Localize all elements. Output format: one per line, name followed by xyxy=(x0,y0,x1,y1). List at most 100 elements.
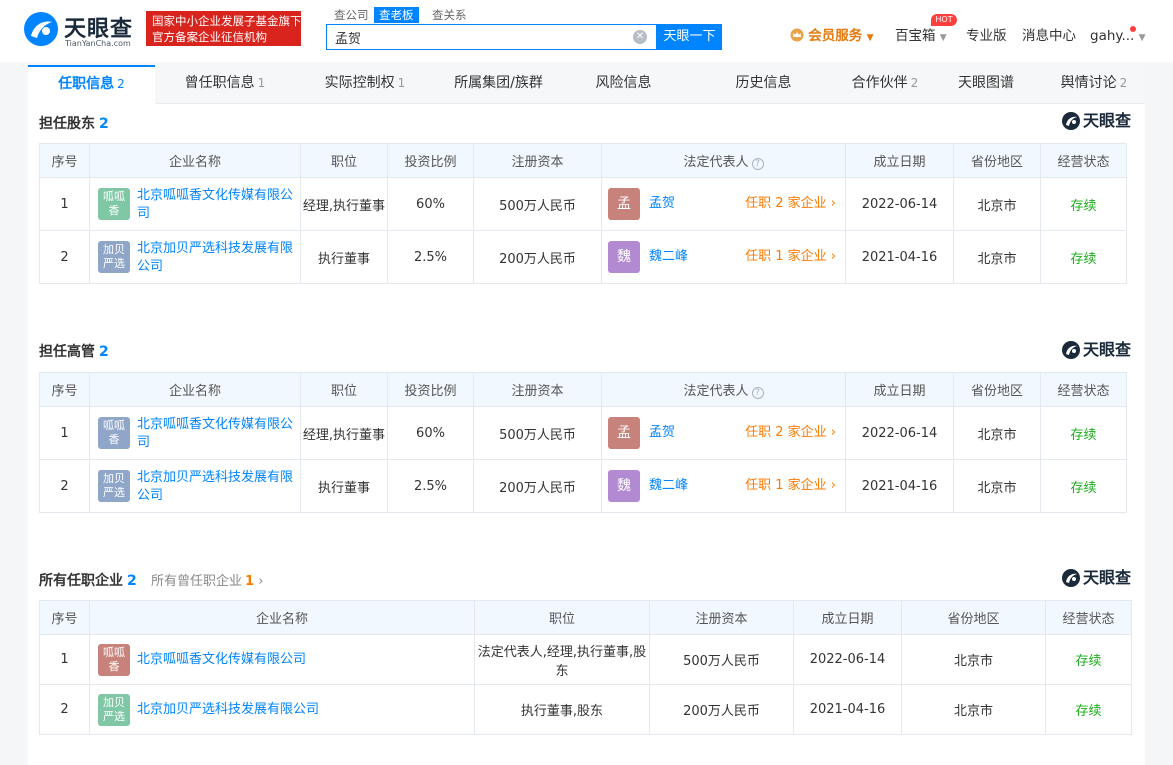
tab-current-positions[interactable]: 任职信息 2 xyxy=(28,65,155,104)
region-cell: 北京市 xyxy=(901,634,1046,685)
watermark-logo: 天眼查 xyxy=(1062,568,1134,588)
position-cell: 经理,执行董事 xyxy=(300,406,388,460)
rep-positions-link[interactable]: 任职 1 家企业 › xyxy=(745,477,836,495)
section-title-text: 担任高管 xyxy=(39,344,95,360)
search-tab-relation[interactable]: 查关系 xyxy=(432,7,467,23)
company-logo[interactable]: 加贝严选 xyxy=(98,470,130,502)
tab-label: 风险信息 xyxy=(595,75,652,91)
company-name-link[interactable]: 北京呱呱香文化传媒有限公司 xyxy=(137,187,296,223)
all-positions-table: 序号 企业名称 职位 注册资本 成立日期 省份地区 经营状态 1 呱呱香 北京呱呱… xyxy=(39,600,1132,735)
col-header: 投资比例 xyxy=(387,372,474,407)
rep-positions-link[interactable]: 任职 2 家企业 › xyxy=(745,195,836,213)
rep-positions-link[interactable]: 任职 2 家企业 › xyxy=(745,424,836,442)
tab-risk[interactable]: 风险信息 xyxy=(565,65,685,104)
legal-rep-cell: 魏魏二峰 任职 1 家企业 › xyxy=(601,230,846,284)
badge-line-2: 官方备案企业征信机构 xyxy=(152,30,267,44)
rep-name-link[interactable]: 孟贺 xyxy=(649,424,675,442)
message-center-link[interactable]: 消息中心 xyxy=(1022,27,1076,45)
chevron-right-icon: › xyxy=(254,574,264,589)
company-name-link[interactable]: 北京呱呱香文化传媒有限公司 xyxy=(137,651,470,669)
col-header: 省份地区 xyxy=(953,143,1041,178)
vip-label: 会员服务 xyxy=(808,28,863,44)
company-name-link[interactable]: 北京加贝严选科技发展有限公司 xyxy=(137,701,470,719)
clear-icon[interactable]: ✕ xyxy=(633,30,647,44)
baibaoxiang-menu[interactable]: 百宝箱 ▼ xyxy=(895,27,947,45)
tab-partners[interactable]: 合作伙伴 2 xyxy=(825,65,945,104)
tab-group[interactable]: 所属集团/族群 xyxy=(435,65,565,104)
status-badge: 存续 xyxy=(1040,406,1127,460)
tab-public-opinion[interactable]: 舆情讨论 2 xyxy=(1043,65,1145,104)
rep-avatar[interactable]: 孟 xyxy=(608,188,640,220)
rep-avatar[interactable]: 孟 xyxy=(608,417,640,449)
tab-actual-control[interactable]: 实际控制权 1 xyxy=(295,65,435,104)
date-cell: 2021-04-16 xyxy=(793,684,902,735)
col-header: 职位 xyxy=(474,600,650,635)
company-logo[interactable]: 加贝严选 xyxy=(98,693,130,726)
search-input[interactable] xyxy=(335,25,625,49)
chevron-right-icon: › xyxy=(826,478,836,493)
col-header: 注册资本 xyxy=(649,600,794,635)
table-row: 1 呱呱香 北京呱呱香文化传媒有限公司 经理,执行董事 60% 500万人民币 孟… xyxy=(39,406,1127,460)
rep-positions-text: 任职 1 家企业 xyxy=(745,249,827,264)
notification-dot xyxy=(1130,26,1136,32)
tab-count: 1 xyxy=(397,76,406,90)
position-cell: 法定代表人,经理,执行董事,股东 xyxy=(474,634,650,685)
col-header: 成立日期 xyxy=(793,600,902,635)
col-header: 法定代表人? xyxy=(601,143,846,178)
rep-avatar[interactable]: 魏 xyxy=(608,241,640,273)
tab-label: 历史信息 xyxy=(735,75,792,91)
row-number: 1 xyxy=(39,177,90,231)
rep-name-link[interactable]: 魏二峰 xyxy=(649,477,688,495)
search-tab-company[interactable]: 查公司 xyxy=(334,7,369,23)
tianyancha-logo[interactable]: 天眼查 TianYanCha.com xyxy=(24,10,140,48)
watermark-eye-icon xyxy=(1062,341,1080,359)
tab-label: 任职信息 xyxy=(58,76,115,92)
all-positions-section-title: 所有任职企业 2 xyxy=(39,570,137,590)
ratio-cell: 60% xyxy=(387,177,474,231)
tab-former-positions[interactable]: 曾任职信息 1 xyxy=(155,65,295,104)
region-cell: 北京市 xyxy=(953,406,1041,460)
chevron-right-icon: › xyxy=(826,425,836,440)
vip-service-menu[interactable]: 会员服务 ▼ xyxy=(790,27,874,45)
date-cell: 2022-06-14 xyxy=(793,634,902,685)
tab-label: 所属集团/族群 xyxy=(454,75,543,91)
company-logo[interactable]: 呱呱香 xyxy=(98,643,130,676)
col-header: 职位 xyxy=(300,143,388,178)
tab-graph[interactable]: 天眼图谱 xyxy=(935,65,1040,104)
rep-positions-link[interactable]: 任职 1 家企业 › xyxy=(745,248,836,266)
legal-rep-cell: 孟孟贺 任职 2 家企业 › xyxy=(601,406,846,460)
region-cell: 北京市 xyxy=(953,459,1041,513)
table-header-row: 序号 企业名称 职位 投资比例 注册资本 法定代表人? 成立日期 省份地区 经营… xyxy=(39,143,1127,178)
company-name-link[interactable]: 北京加贝严选科技发展有限公司 xyxy=(137,469,296,505)
capital-cell: 200万人民币 xyxy=(649,684,794,735)
company-name-link[interactable]: 北京加贝严选科技发展有限公司 xyxy=(137,240,296,276)
help-icon[interactable]: ? xyxy=(751,387,764,399)
info-tabs: 任职信息 2 曾任职信息 1 实际控制权 1 所属集团/族群 风险信息 历史信息 合作… xyxy=(28,65,1145,104)
search-button[interactable]: 天眼一下 xyxy=(657,24,722,50)
executive-section-title: 担任高管 2 xyxy=(39,341,109,361)
company-logo[interactable]: 呱呱香 xyxy=(98,188,130,220)
tab-label: 舆情讨论 xyxy=(1060,75,1117,91)
table-row: 2 加贝严选 北京加贝严选科技发展有限公司 执行董事 2.5% 200万人民币 魏… xyxy=(39,459,1127,513)
caret-down-icon: ▼ xyxy=(866,33,874,43)
former-positions-link[interactable]: 所有曾任职企业 1 › xyxy=(151,570,263,589)
col-header: 注册资本 xyxy=(473,372,602,407)
user-menu[interactable]: gahy... ▼ xyxy=(1090,27,1146,45)
help-icon[interactable]: ? xyxy=(751,158,764,170)
region-cell: 北京市 xyxy=(953,230,1041,284)
hot-badge: HOT xyxy=(931,14,957,26)
company-logo[interactable]: 加贝严选 xyxy=(98,241,130,273)
certification-badge[interactable]: 国家中小企业发展子基金旗下 官方备案企业征信机构 xyxy=(146,11,302,46)
search-tab-boss[interactable]: 查老板 xyxy=(374,7,419,23)
company-logo[interactable]: 呱呱香 xyxy=(98,417,130,449)
tab-history[interactable]: 历史信息 xyxy=(705,65,825,104)
company-name-link[interactable]: 北京呱呱香文化传媒有限公司 xyxy=(137,416,296,452)
rep-avatar[interactable]: 魏 xyxy=(608,470,640,502)
col-header: 成立日期 xyxy=(845,143,954,178)
rep-name-link[interactable]: 孟贺 xyxy=(649,195,675,213)
rep-positions-text: 任职 2 家企业 xyxy=(745,196,827,211)
pro-version-link[interactable]: 专业版 xyxy=(966,27,1007,45)
rep-name-link[interactable]: 魏二峰 xyxy=(649,248,688,266)
watermark-text: 天眼查 xyxy=(1083,568,1132,587)
tab-count: 2 xyxy=(1119,76,1128,90)
